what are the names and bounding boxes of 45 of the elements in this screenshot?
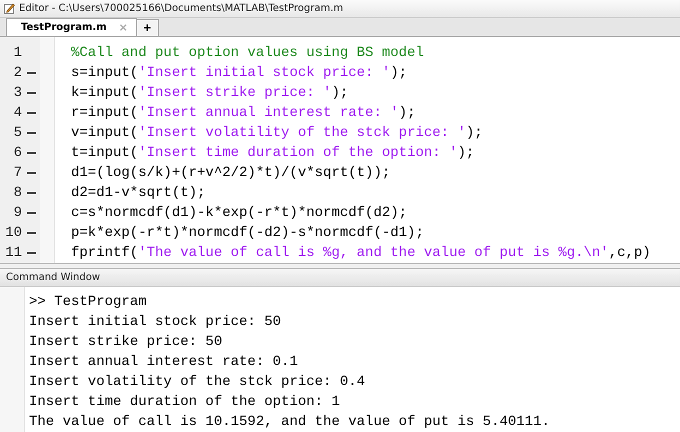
- panel-title: Command Window: [6, 272, 100, 284]
- breakpoint-dash[interactable]: [27, 92, 36, 94]
- line-number: 8: [12, 184, 22, 201]
- line-number: 4: [12, 104, 22, 121]
- code-line: v=input('Insert volatility of the stck price: ');: [71, 124, 484, 143]
- breakpoint-dash[interactable]: [27, 252, 36, 254]
- console-line: The value of call is 10.1592, and the value of put is 5.40111.: [29, 413, 550, 432]
- code-line: %Call and put option values using BS model: [71, 44, 425, 63]
- console-line: Insert time duration of the option: 1: [29, 393, 341, 412]
- code-line: c=s*normcdf(d1)-k*exp(-r*t)*normcdf(d2);: [71, 204, 408, 223]
- code-line: t=input('Insert time duration of the option: ');: [71, 144, 476, 163]
- code-line: r=input('Insert annual interest rate: ');: [71, 104, 416, 123]
- console-line: >> TestProgram: [29, 293, 148, 312]
- console-line: Insert initial stock price: 50: [29, 313, 282, 332]
- new-tab-button[interactable]: +: [136, 18, 159, 36]
- breakpoint-dash[interactable]: [27, 132, 36, 134]
- breakpoint-dash[interactable]: [27, 172, 36, 174]
- breakpoint-dash[interactable]: [27, 232, 36, 234]
- line-number: 1: [12, 44, 22, 61]
- tab-label: TestProgram.m: [21, 22, 107, 33]
- line-number: 9: [12, 204, 22, 221]
- code-line: k=input('Insert strike price: ');: [71, 84, 350, 103]
- breakpoint-dash[interactable]: [27, 72, 36, 74]
- breakpoint-dash[interactable]: [27, 152, 36, 154]
- line-number: 10: [4, 224, 22, 241]
- code-line: s=input('Insert initial stock price: ');: [71, 64, 408, 83]
- line-number: 3: [12, 84, 22, 101]
- window-title: Editor - C:\Users\700025166\Documents\MATLAB\TestProgram.m: [19, 2, 344, 14]
- breakpoint-dash[interactable]: [27, 112, 36, 114]
- file-tab[interactable]: TestProgram.m ×: [6, 18, 137, 36]
- line-number: 11: [4, 244, 22, 261]
- code-line: d2=d1-v*sqrt(t);: [71, 184, 206, 203]
- line-number: 2: [12, 64, 22, 81]
- code-line: p=k*exp(-r*t)*normcdf(-d2)-s*normcdf(-d1);: [71, 224, 425, 243]
- console-line: Insert annual interest rate: 0.1: [29, 353, 299, 372]
- line-number: 6: [12, 144, 22, 161]
- breakpoint-dash[interactable]: [27, 192, 36, 194]
- console-line: Insert volatility of the stck price: 0.4: [29, 373, 366, 392]
- code-line: fprintf('The value of call is %g, and the value of put is %g.\n',c,p): [71, 244, 651, 263]
- line-number: 7: [12, 164, 22, 181]
- editor-icon: [4, 2, 15, 14]
- console-line: Insert strike price: 50: [29, 333, 224, 352]
- line-number: 5: [12, 124, 22, 141]
- breakpoint-dash[interactable]: [27, 212, 36, 214]
- code-line: d1=(log(s/k)+(r+v^2/2)*t)/(v*sqrt(t));: [71, 164, 392, 183]
